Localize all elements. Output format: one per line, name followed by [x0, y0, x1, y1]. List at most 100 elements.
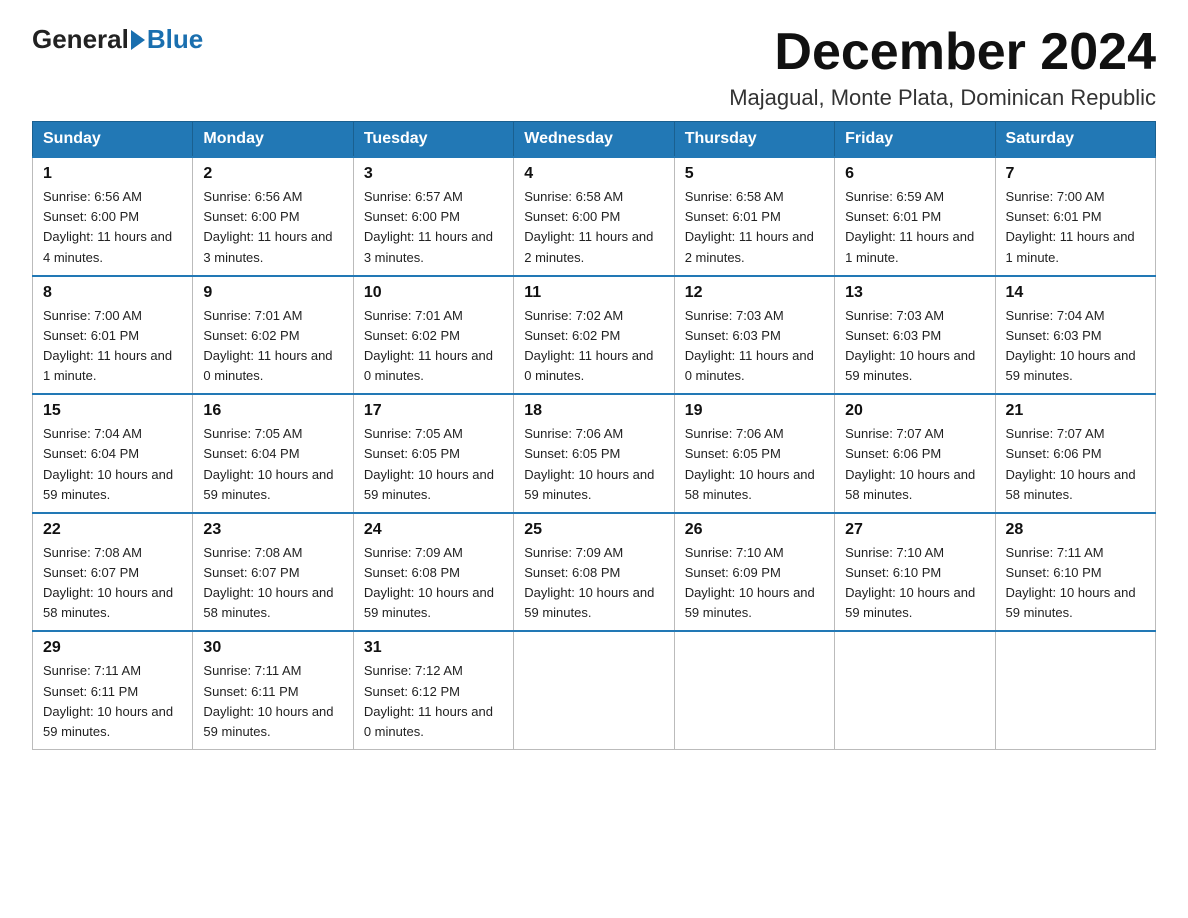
- day-cell: 16Sunrise: 7:05 AMSunset: 6:04 PMDayligh…: [193, 394, 353, 513]
- day-cell: 4 Sunrise: 6:58 AMSunset: 6:00 PMDaylight…: [514, 157, 674, 276]
- page-header: General Blue December 2024 Majagual, Mon…: [32, 24, 1156, 111]
- day-number: 23: [203, 521, 342, 539]
- day-number: 12: [685, 284, 824, 302]
- day-number: 27: [845, 521, 984, 539]
- day-number: 29: [43, 639, 182, 657]
- day-number: 24: [364, 521, 503, 539]
- day-info: Sunrise: 7:07 AMSunset: 6:06 PMDaylight:…: [845, 424, 984, 505]
- day-number: 19: [685, 402, 824, 420]
- day-info: Sunrise: 7:11 AMSunset: 6:10 PMDaylight:…: [1006, 543, 1145, 624]
- weekday-header-monday: Monday: [193, 122, 353, 158]
- logo-arrow-icon: [131, 30, 145, 50]
- day-number: 14: [1006, 284, 1145, 302]
- day-cell: 6 Sunrise: 6:59 AMSunset: 6:01 PMDaylight…: [835, 157, 995, 276]
- day-cell: 27 Sunrise: 7:10 AMSunset: 6:10 PMDayligh…: [835, 513, 995, 632]
- day-info: Sunrise: 7:11 AMSunset: 6:11 PMDaylight:…: [43, 661, 182, 742]
- day-info: Sunrise: 7:09 AMSunset: 6:08 PMDaylight:…: [524, 543, 663, 624]
- day-number: 3: [364, 165, 503, 183]
- day-cell: 14 Sunrise: 7:04 AMSunset: 6:03 PMDayligh…: [995, 276, 1155, 395]
- day-cell: 9 Sunrise: 7:01 AMSunset: 6:02 PMDaylight…: [193, 276, 353, 395]
- day-cell: 24 Sunrise: 7:09 AMSunset: 6:08 PMDayligh…: [353, 513, 513, 632]
- day-info: Sunrise: 6:56 AMSunset: 6:00 PMDaylight:…: [43, 187, 182, 268]
- day-info: Sunrise: 7:05 AMSunset: 6:04 PMDaylight:…: [203, 424, 342, 505]
- day-number: 7: [1006, 165, 1145, 183]
- day-cell: 20 Sunrise: 7:07 AMSunset: 6:06 PMDayligh…: [835, 394, 995, 513]
- day-cell: 23 Sunrise: 7:08 AMSunset: 6:07 PMDayligh…: [193, 513, 353, 632]
- day-info: Sunrise: 6:57 AMSunset: 6:00 PMDaylight:…: [364, 187, 503, 268]
- weekday-header-friday: Friday: [835, 122, 995, 158]
- day-number: 10: [364, 284, 503, 302]
- day-info: Sunrise: 6:58 AMSunset: 6:00 PMDaylight:…: [524, 187, 663, 268]
- day-number: 5: [685, 165, 824, 183]
- day-info: Sunrise: 7:03 AMSunset: 6:03 PMDaylight:…: [685, 306, 824, 387]
- day-info: Sunrise: 7:07 AMSunset: 6:06 PMDaylight:…: [1006, 424, 1145, 505]
- day-number: 4: [524, 165, 663, 183]
- day-number: 6: [845, 165, 984, 183]
- day-info: Sunrise: 7:08 AMSunset: 6:07 PMDaylight:…: [43, 543, 182, 624]
- day-number: 31: [364, 639, 503, 657]
- day-cell: 25 Sunrise: 7:09 AMSunset: 6:08 PMDayligh…: [514, 513, 674, 632]
- day-info: Sunrise: 7:08 AMSunset: 6:07 PMDaylight:…: [203, 543, 342, 624]
- calendar-table: SundayMondayTuesdayWednesdayThursdayFrid…: [32, 121, 1156, 750]
- day-number: 15: [43, 402, 182, 420]
- logo: General Blue: [32, 24, 203, 55]
- weekday-header-wednesday: Wednesday: [514, 122, 674, 158]
- day-number: 28: [1006, 521, 1145, 539]
- day-info: Sunrise: 7:09 AMSunset: 6:08 PMDaylight:…: [364, 543, 503, 624]
- weekday-header-sunday: Sunday: [33, 122, 193, 158]
- day-info: Sunrise: 7:04 AMSunset: 6:04 PMDaylight:…: [43, 424, 182, 505]
- day-info: Sunrise: 7:00 AMSunset: 6:01 PMDaylight:…: [43, 306, 182, 387]
- week-row-1: 1 Sunrise: 6:56 AMSunset: 6:00 PMDaylight…: [33, 157, 1156, 276]
- week-row-4: 22 Sunrise: 7:08 AMSunset: 6:07 PMDayligh…: [33, 513, 1156, 632]
- weekday-header-thursday: Thursday: [674, 122, 834, 158]
- day-cell: 12 Sunrise: 7:03 AMSunset: 6:03 PMDayligh…: [674, 276, 834, 395]
- day-info: Sunrise: 7:06 AMSunset: 6:05 PMDaylight:…: [685, 424, 824, 505]
- day-cell: [514, 631, 674, 749]
- day-number: 13: [845, 284, 984, 302]
- day-cell: [995, 631, 1155, 749]
- week-row-5: 29 Sunrise: 7:11 AMSunset: 6:11 PMDayligh…: [33, 631, 1156, 749]
- day-cell: 3 Sunrise: 6:57 AMSunset: 6:00 PMDaylight…: [353, 157, 513, 276]
- day-number: 22: [43, 521, 182, 539]
- day-number: 20: [845, 402, 984, 420]
- logo-general-text: General: [32, 24, 129, 55]
- weekday-header-saturday: Saturday: [995, 122, 1155, 158]
- day-cell: 15 Sunrise: 7:04 AMSunset: 6:04 PMDayligh…: [33, 394, 193, 513]
- day-info: Sunrise: 6:56 AMSunset: 6:00 PMDaylight:…: [203, 187, 342, 268]
- day-cell: 2 Sunrise: 6:56 AMSunset: 6:00 PMDaylight…: [193, 157, 353, 276]
- day-cell: 13Sunrise: 7:03 AMSunset: 6:03 PMDayligh…: [835, 276, 995, 395]
- day-cell: 30Sunrise: 7:11 AMSunset: 6:11 PMDayligh…: [193, 631, 353, 749]
- day-cell: 5Sunrise: 6:58 AMSunset: 6:01 PMDaylight…: [674, 157, 834, 276]
- location-title: Majagual, Monte Plata, Dominican Republi…: [729, 85, 1156, 111]
- weekday-header-row: SundayMondayTuesdayWednesdayThursdayFrid…: [33, 122, 1156, 158]
- day-number: 25: [524, 521, 663, 539]
- day-number: 18: [524, 402, 663, 420]
- day-cell: [674, 631, 834, 749]
- day-info: Sunrise: 6:59 AMSunset: 6:01 PMDaylight:…: [845, 187, 984, 268]
- day-info: Sunrise: 7:10 AMSunset: 6:10 PMDaylight:…: [845, 543, 984, 624]
- weekday-header-tuesday: Tuesday: [353, 122, 513, 158]
- day-info: Sunrise: 7:01 AMSunset: 6:02 PMDaylight:…: [364, 306, 503, 387]
- day-cell: 31Sunrise: 7:12 AMSunset: 6:12 PMDayligh…: [353, 631, 513, 749]
- day-info: Sunrise: 7:10 AMSunset: 6:09 PMDaylight:…: [685, 543, 824, 624]
- day-info: Sunrise: 7:02 AMSunset: 6:02 PMDaylight:…: [524, 306, 663, 387]
- day-number: 8: [43, 284, 182, 302]
- day-number: 9: [203, 284, 342, 302]
- day-info: Sunrise: 7:00 AMSunset: 6:01 PMDaylight:…: [1006, 187, 1145, 268]
- day-cell: [835, 631, 995, 749]
- day-info: Sunrise: 7:01 AMSunset: 6:02 PMDaylight:…: [203, 306, 342, 387]
- day-cell: 18 Sunrise: 7:06 AMSunset: 6:05 PMDayligh…: [514, 394, 674, 513]
- week-row-2: 8 Sunrise: 7:00 AMSunset: 6:01 PMDaylight…: [33, 276, 1156, 395]
- day-info: Sunrise: 7:06 AMSunset: 6:05 PMDaylight:…: [524, 424, 663, 505]
- day-number: 2: [203, 165, 342, 183]
- day-cell: 29 Sunrise: 7:11 AMSunset: 6:11 PMDayligh…: [33, 631, 193, 749]
- day-cell: 1 Sunrise: 6:56 AMSunset: 6:00 PMDaylight…: [33, 157, 193, 276]
- day-number: 21: [1006, 402, 1145, 420]
- day-number: 1: [43, 165, 182, 183]
- day-info: Sunrise: 7:04 AMSunset: 6:03 PMDaylight:…: [1006, 306, 1145, 387]
- week-row-3: 15 Sunrise: 7:04 AMSunset: 6:04 PMDayligh…: [33, 394, 1156, 513]
- day-cell: 17Sunrise: 7:05 AMSunset: 6:05 PMDayligh…: [353, 394, 513, 513]
- day-number: 11: [524, 284, 663, 302]
- day-cell: 8 Sunrise: 7:00 AMSunset: 6:01 PMDaylight…: [33, 276, 193, 395]
- day-number: 26: [685, 521, 824, 539]
